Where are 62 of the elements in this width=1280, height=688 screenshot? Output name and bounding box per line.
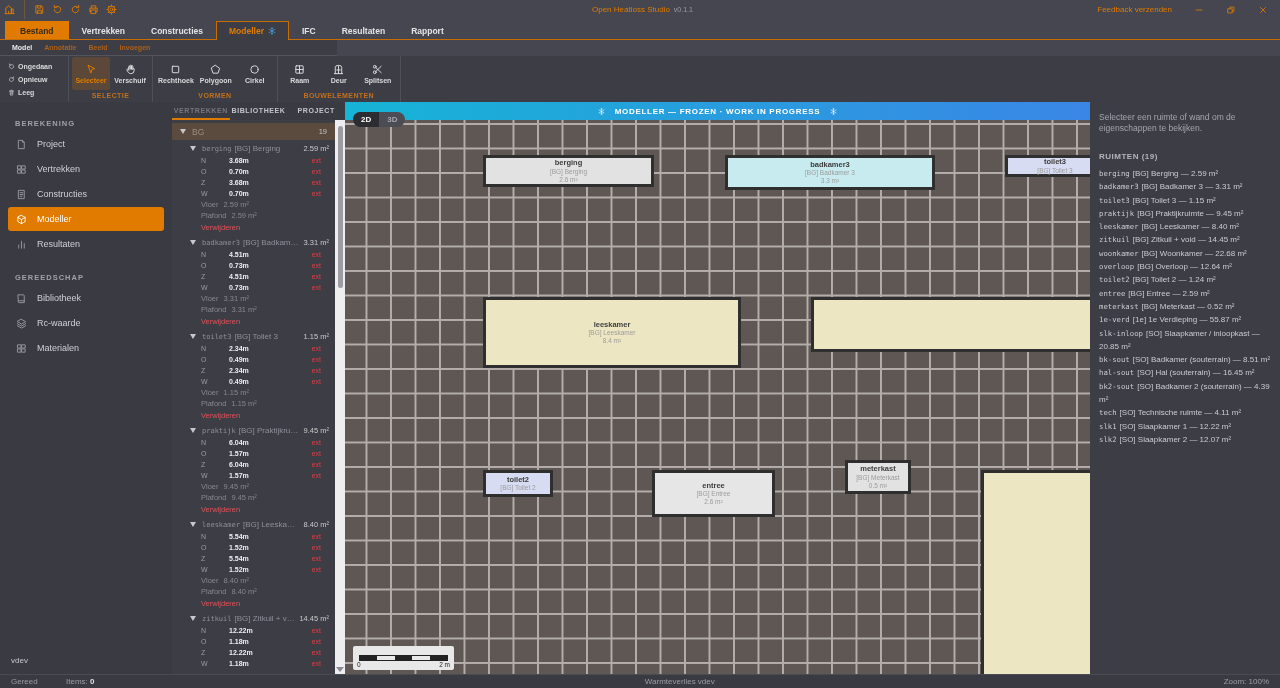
pentagon-icon xyxy=(210,63,222,75)
cube-icon xyxy=(16,213,27,225)
book-icon xyxy=(16,292,27,304)
status-text: Warmteverlies vdev xyxy=(644,677,716,686)
settings-icon[interactable] xyxy=(106,4,117,15)
expand-icon[interactable] xyxy=(190,427,196,433)
trash-icon xyxy=(8,88,15,96)
expand-icon[interactable] xyxy=(190,521,196,527)
menu-tab[interactable]: Constructies xyxy=(138,21,216,39)
redo-icon xyxy=(8,75,15,83)
hand-icon xyxy=(124,63,136,75)
square-icon xyxy=(170,63,182,75)
pointer-icon xyxy=(85,63,97,75)
window-icon xyxy=(294,63,306,75)
grid-icon xyxy=(16,163,27,175)
hint-text: Selecteer een ruimte of wand om de eigenschappen te bekijken. xyxy=(1099,112,1237,135)
app-title: Open Heatloss Studio xyxy=(592,5,670,14)
expand-icon[interactable] xyxy=(180,129,186,134)
sidebar-item[interactable]: Resultaten xyxy=(8,232,164,256)
restore-icon[interactable] xyxy=(1226,4,1236,15)
expand-icon[interactable] xyxy=(190,615,196,621)
door-icon xyxy=(333,63,345,75)
snowflake-icon xyxy=(830,107,838,115)
save-icon[interactable] xyxy=(34,4,45,15)
sidebar-item[interactable]: Materialen xyxy=(8,336,164,360)
menu-tab[interactable]: Modeller xyxy=(216,21,289,40)
expand-icon[interactable] xyxy=(190,239,196,245)
grid-icon xyxy=(16,342,27,354)
document-icon xyxy=(16,188,27,200)
group-label: BG xyxy=(192,126,206,137)
sidebar-item[interactable]: Vertrekken xyxy=(8,157,164,181)
expand-icon[interactable] xyxy=(190,145,196,151)
menu-tab[interactable]: Bestand xyxy=(5,21,69,39)
menu-tab[interactable]: Resultaten xyxy=(328,21,399,39)
sidebar-item[interactable]: Rc-waarde xyxy=(8,311,164,335)
section-heading: RUIMTEN (19) xyxy=(1099,151,1159,161)
menu-tab[interactable]: IFC xyxy=(288,21,329,39)
circle-icon xyxy=(249,63,261,75)
file-icon xyxy=(16,138,27,150)
room-shape[interactable] xyxy=(811,297,1090,352)
printer-icon[interactable] xyxy=(88,4,99,15)
zoom-level: Zoom: 100% xyxy=(1223,677,1269,686)
user-label: vdev xyxy=(10,656,29,667)
snowflake-icon xyxy=(597,107,605,115)
room-shape[interactable] xyxy=(981,470,1090,674)
scissors-icon xyxy=(372,63,384,75)
expand-icon[interactable] xyxy=(190,333,196,339)
status-text: Gereed xyxy=(11,677,39,686)
sidebar-item[interactable]: Constructies xyxy=(8,182,164,206)
view-toggle[interactable]: 2D xyxy=(353,112,380,127)
item-count: Items: 0 xyxy=(66,677,96,686)
menu-tab[interactable]: Rapport xyxy=(398,21,457,39)
close-icon[interactable] xyxy=(1258,4,1268,15)
undo-icon[interactable] xyxy=(52,4,63,15)
sidebar-item[interactable]: Project xyxy=(8,132,164,156)
menu-tab[interactable]: Vertrekken xyxy=(68,21,139,39)
sidebar-item[interactable]: Bibliotheek xyxy=(8,286,164,310)
building-icon[interactable] xyxy=(4,4,15,15)
bar-chart-icon xyxy=(16,238,27,250)
undo-icon xyxy=(8,62,15,70)
layers-icon xyxy=(16,317,27,329)
redo-icon[interactable] xyxy=(70,4,81,15)
